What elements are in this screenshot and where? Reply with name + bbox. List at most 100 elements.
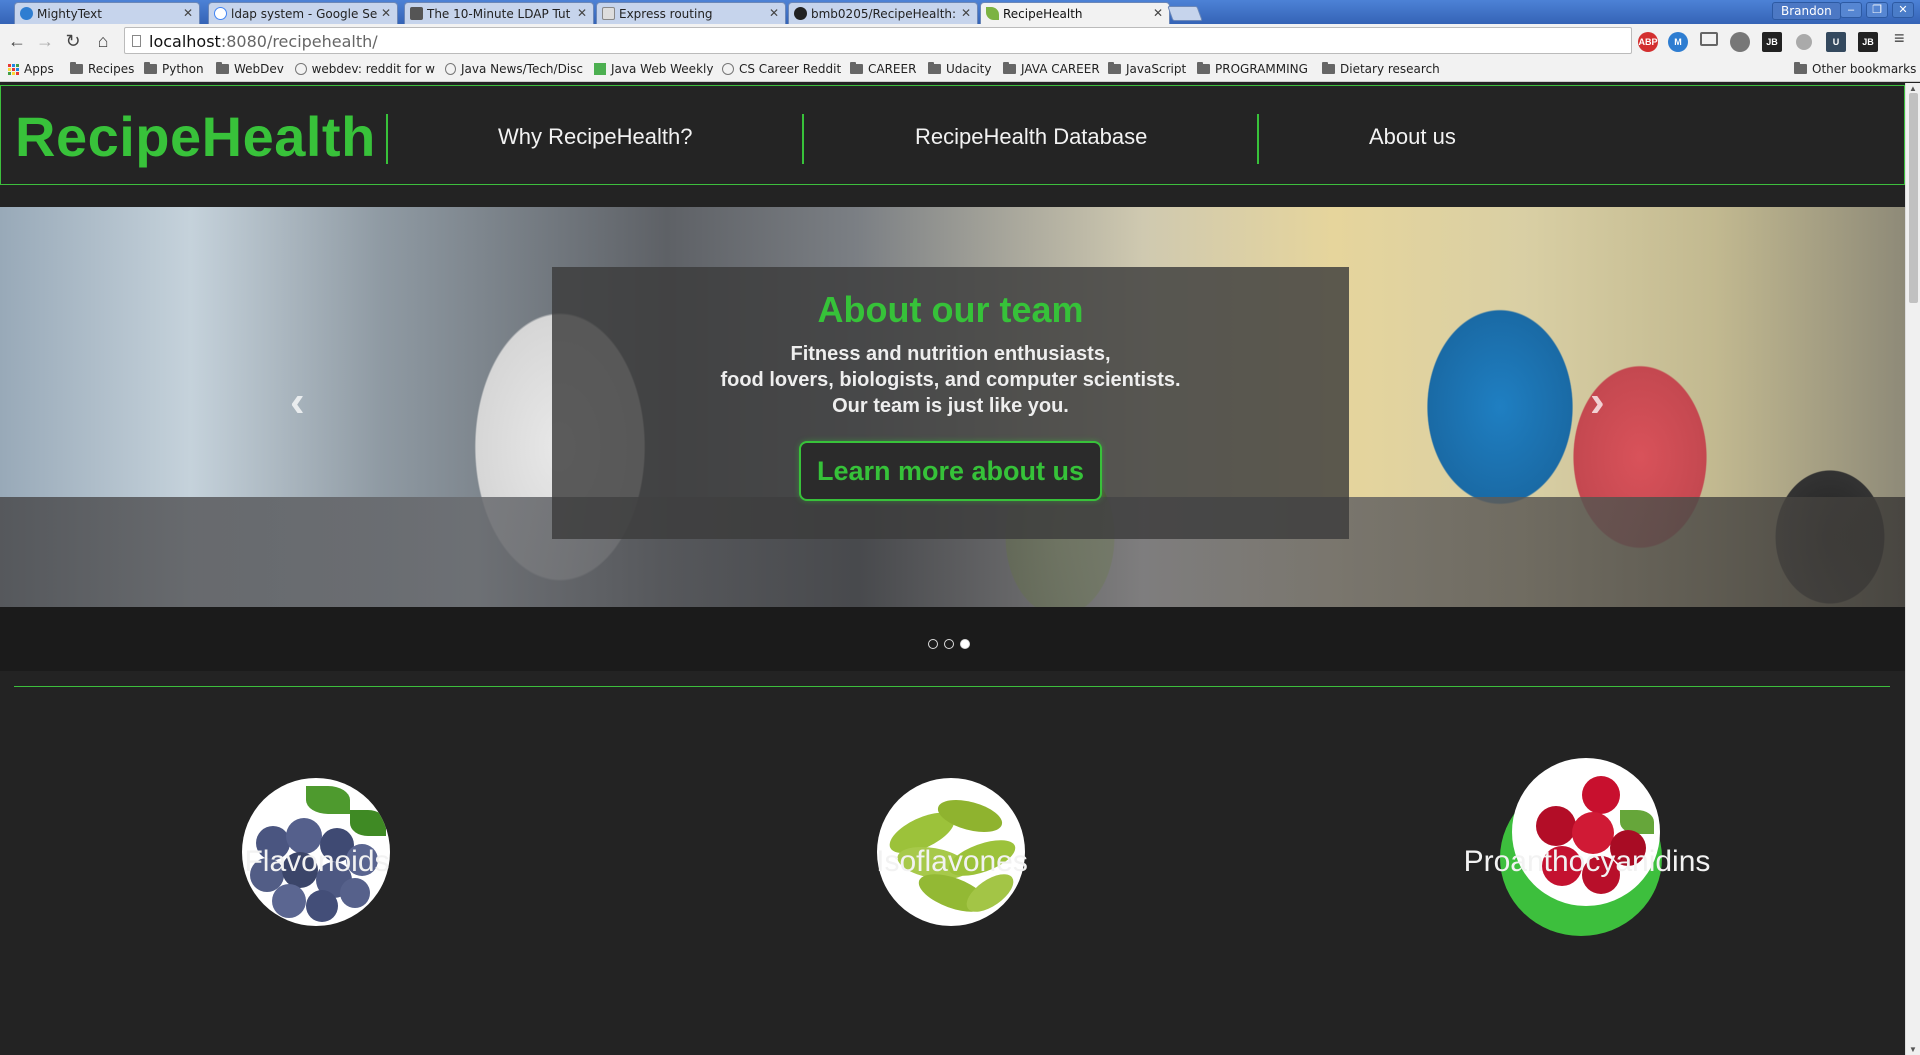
bookmark-java-web-weekly[interactable]: Java Web Weekly — [594, 62, 713, 76]
nav-why-recipehealth[interactable]: Why RecipeHealth? — [498, 124, 692, 150]
bookmark-cs-career-reddit[interactable]: CS Career Reddit — [722, 62, 841, 76]
tutorial-favicon-icon — [410, 7, 423, 20]
express-favicon-icon — [602, 7, 615, 20]
bookmark-python[interactable]: Python — [144, 62, 204, 76]
bookmarks-bar: Apps Recipes Python WebDev webdev: reddi… — [0, 58, 1920, 82]
carousel-next-icon[interactable]: › — [1590, 377, 1605, 427]
bookmark-javascript[interactable]: JavaScript — [1108, 62, 1186, 76]
bookmark-label: Udacity — [946, 62, 992, 76]
bookmark-career[interactable]: CAREER — [850, 62, 916, 76]
reload-icon[interactable]: ↻ — [62, 30, 84, 52]
brand-logo[interactable]: RecipeHealth — [15, 104, 376, 169]
tab-title: bmb0205/RecipeHealth: — [811, 6, 957, 21]
bookmark-other[interactable]: Other bookmarks — [1794, 62, 1916, 76]
nav-about-us[interactable]: About us — [1369, 124, 1456, 150]
close-window-icon[interactable]: ✕ — [1892, 2, 1914, 18]
bookmark-java-news[interactable]: Java News/Tech/Disc — [445, 62, 583, 76]
tab-close-icon[interactable]: ✕ — [183, 6, 193, 20]
url-host: localhost — [149, 32, 221, 51]
bookmark-label: WebDev — [234, 62, 284, 76]
folder-icon — [850, 62, 863, 74]
page-scrollbar[interactable]: ▲ ▼ — [1905, 83, 1920, 1055]
back-icon[interactable]: ← — [6, 30, 28, 52]
tab-title: The 10-Minute LDAP Tut — [427, 6, 571, 21]
learn-more-button[interactable]: Learn more about us — [798, 441, 1103, 501]
nav-divider — [1257, 114, 1259, 164]
scroll-up-icon[interactable]: ▲ — [1909, 84, 1917, 93]
folder-icon — [144, 62, 157, 74]
menu-icon[interactable]: ≡ — [1894, 28, 1905, 49]
restore-icon[interactable]: ❐ — [1866, 2, 1888, 18]
berry-shape — [340, 878, 370, 908]
new-tab-button[interactable] — [1167, 6, 1203, 21]
scrollbar-thumb[interactable] — [1909, 93, 1918, 303]
tab-title: RecipeHealth — [1003, 6, 1083, 21]
bookmark-apps[interactable]: Apps — [8, 62, 54, 76]
feature-label-flavonoids[interactable]: Flavonoids — [117, 845, 517, 879]
carousel-caption: About our team Fitness and nutrition ent… — [552, 267, 1349, 539]
tab-recipehealth[interactable]: RecipeHealth ✕ — [980, 2, 1170, 24]
tab-mightytext[interactable]: MightyText ✕ — [14, 2, 200, 24]
scroll-down-icon[interactable]: ▼ — [1909, 1045, 1917, 1054]
nav-divider — [802, 114, 804, 164]
mightytext-favicon-icon — [20, 7, 33, 20]
tab-close-icon[interactable]: ✕ — [1153, 6, 1163, 20]
u-ext-icon[interactable]: U — [1826, 32, 1846, 52]
bookmark-programming[interactable]: PROGRAMMING — [1197, 62, 1308, 76]
carousel-dot-3[interactable] — [960, 639, 970, 649]
profile-button[interactable]: Brandon — [1772, 2, 1841, 20]
address-bar[interactable]: localhost:8080/recipehealth/ ☆ — [124, 27, 1746, 54]
tab-close-icon[interactable]: ✕ — [577, 6, 587, 20]
bookmark-java-career[interactable]: JAVA CAREER — [1003, 62, 1100, 76]
caption-line: Fitness and nutrition enthusiasts, — [790, 343, 1111, 365]
proanthocyanidins-image[interactable] — [1512, 758, 1660, 906]
folder-icon — [1003, 62, 1016, 74]
bookmark-webdev[interactable]: WebDev — [216, 62, 284, 76]
apps-icon — [8, 63, 19, 75]
reddit-icon — [295, 63, 307, 75]
tab-ldap-search[interactable]: ldap system - Google Se ✕ — [208, 2, 398, 24]
tab-title: ldap system - Google Se — [231, 6, 378, 21]
berry-shape — [272, 884, 306, 918]
home-icon[interactable]: ⌂ — [92, 30, 114, 52]
folder-icon — [1322, 62, 1335, 74]
tab-close-icon[interactable]: ✕ — [381, 6, 391, 20]
leaf-shape — [350, 810, 386, 836]
bookmark-webdev-reddit[interactable]: webdev: reddit for w — [295, 62, 435, 76]
folder-icon — [70, 62, 83, 74]
bookmark-label: PROGRAMMING — [1215, 62, 1308, 76]
mightytext-ext-icon[interactable]: M — [1668, 32, 1688, 52]
jetbrains-icon[interactable]: JB — [1762, 32, 1782, 52]
caption-title: About our team — [817, 289, 1084, 330]
tab-express-routing[interactable]: Express routing ✕ — [596, 2, 786, 24]
minimize-icon[interactable]: ‒ — [1840, 2, 1862, 18]
tab-strip: MightyText ✕ ldap system - Google Se ✕ T… — [0, 0, 1920, 24]
bookmark-udacity[interactable]: Udacity — [928, 62, 992, 76]
carousel-dot-1[interactable] — [928, 639, 938, 649]
wappalyzer-icon[interactable] — [1730, 32, 1750, 52]
tab-ldap-tutorial[interactable]: The 10-Minute LDAP Tut ✕ — [404, 2, 594, 24]
jb-ext-icon[interactable]: JB — [1858, 32, 1878, 52]
google-favicon-icon — [214, 7, 227, 20]
adblock-icon[interactable]: ABP — [1638, 32, 1658, 52]
bookmark-label: Java News/Tech/Disc — [461, 62, 583, 76]
bookmark-label: Recipes — [88, 62, 135, 76]
cast-icon[interactable] — [1700, 32, 1718, 46]
forward-icon[interactable]: → — [34, 30, 56, 52]
berry-shape — [306, 890, 338, 922]
tab-close-icon[interactable]: ✕ — [769, 6, 779, 20]
tab-title: Express routing — [619, 6, 713, 21]
circle-ext-icon[interactable] — [1796, 34, 1812, 50]
carousel-prev-icon[interactable]: ‹ — [290, 377, 305, 427]
tab-close-icon[interactable]: ✕ — [961, 6, 971, 20]
tab-github-repo[interactable]: bmb0205/RecipeHealth: ✕ — [788, 2, 978, 24]
browser-toolbar: ← → ↻ ⌂ localhost:8080/recipehealth/ ☆ A… — [0, 24, 1920, 58]
bookmark-dietary-research[interactable]: Dietary research — [1322, 62, 1440, 76]
reddit-icon — [722, 63, 734, 75]
folder-icon — [928, 62, 941, 74]
feature-label-isoflavones[interactable]: Isoflavones — [752, 845, 1152, 879]
nav-database[interactable]: RecipeHealth Database — [915, 124, 1147, 150]
bookmark-recipes[interactable]: Recipes — [70, 62, 134, 76]
carousel-dot-2[interactable] — [944, 639, 954, 649]
feature-label-proanthocyanidins[interactable]: Proanthocyanidins — [1387, 845, 1787, 879]
